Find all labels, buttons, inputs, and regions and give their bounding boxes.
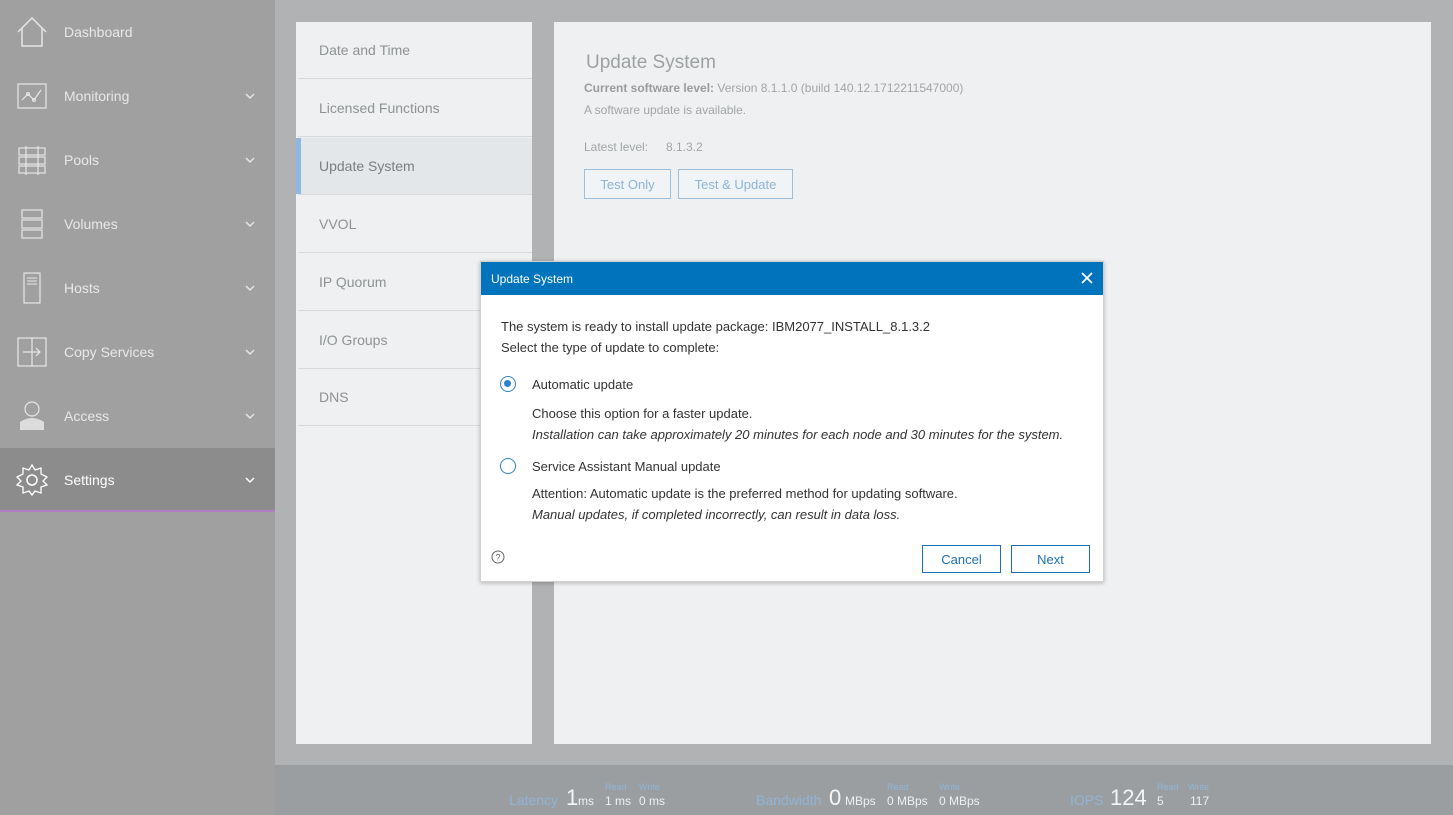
sidebar-item-label: Pools [64,152,100,168]
chevron-down-icon [245,413,255,420]
sidebar-item-access[interactable]: Access [0,384,275,448]
chevron-down-icon [245,221,255,228]
dialog-instruction: Select the type of update to complete: [501,340,720,355]
iops-read-value: 5 [1157,794,1164,808]
access-icon [20,401,44,430]
subnav-label: Update System [319,158,415,174]
copy-services-icon [17,337,47,367]
sidebar-item-label: Access [64,408,110,424]
cancel-button[interactable]: Cancel [922,545,1001,573]
test-and-update-button[interactable]: Test & Update [678,169,793,199]
subnav-item-licensed-functions[interactable]: Licensed Functions [298,80,532,137]
sidebar-item-label: Volumes [64,216,118,232]
current-level-label: Current software level: [584,81,715,95]
subnav-label: IP Quorum [319,274,387,290]
test-only-button[interactable]: Test Only [584,169,671,199]
volumes-icon [21,209,43,239]
subnav-label: Licensed Functions [319,100,440,116]
iops-read-label: Read [1157,782,1179,792]
bandwidth-unit: MBps [845,794,876,808]
bandwidth-read-value: 0 MBps [887,794,928,808]
monitoring-icon [17,83,47,109]
bandwidth-write-value: 0 MBps [939,794,980,808]
dialog-header: Update System [481,262,1103,295]
manual-update-radio[interactable] [500,458,516,474]
subnav-item-vvol[interactable]: VVOL [298,196,532,253]
hosts-icon [23,272,41,304]
sidebar-item-monitoring[interactable]: Monitoring [0,64,275,128]
subnav-item-date-time[interactable]: Date and Time [298,22,532,79]
manual-update-note: Manual updates, if completed incorrectly… [532,507,901,522]
latest-level-value: 8.1.3.2 [666,140,703,154]
subnav-label: DNS [319,389,349,405]
chevron-down-icon [245,285,255,292]
sidebar-item-label: Settings [64,472,115,488]
chevron-down-icon [245,93,255,100]
dialog-message: The system is ready to install update pa… [501,319,930,334]
gear-icon [15,463,49,497]
latest-level: Latest level: 8.1.3.2 [584,140,703,154]
iops-value: 124 [1110,785,1147,810]
sidebar-item-settings[interactable]: Settings [0,448,275,512]
sidebar-item-volumes[interactable]: Volumes [0,192,275,256]
dialog-title: Update System [491,271,574,286]
subnav-item-update-system[interactable]: Update System [296,138,532,195]
home-icon [17,16,47,47]
manual-update-description: Attention: Automatic update is the prefe… [532,486,958,501]
latency-read-value: 1 ms [605,794,632,808]
iops-label: IOPS [1070,792,1104,808]
sidebar-item-copy-services[interactable]: Copy Services [0,320,275,384]
sidebar: Dashboard Monitoring Pools Volumes Hosts… [0,0,275,815]
sidebar-item-label: Hosts [64,280,100,296]
current-software-level: Current software level: Version 8.1.1.0 … [584,81,963,95]
chevron-down-icon [245,477,255,484]
pools-icon [18,146,46,175]
bandwidth-label: Bandwidth [756,792,822,808]
latency-write-value: 0 ms [639,794,666,808]
update-system-dialog: Update System The system is ready to ins… [480,261,1104,582]
next-button[interactable]: Next [1011,545,1090,573]
iops-write-value: 117 [1190,794,1210,808]
current-level-value: Version 8.1.1.0 (build 140.12.1712211547… [717,81,964,95]
svg-text:?: ? [495,553,500,563]
sidebar-item-label: Dashboard [64,24,133,40]
latency-read-label: Read [605,782,627,792]
automatic-update-note: Installation can take approximately 20 m… [532,427,1064,442]
sidebar-item-hosts[interactable]: Hosts [0,256,275,320]
sidebar-item-dashboard[interactable]: Dashboard [0,0,275,64]
chevron-down-icon [245,157,255,164]
bandwidth-write-label: Write [939,782,960,792]
sidebar-item-label: Copy Services [64,344,155,360]
subnav-label: I/O Groups [319,332,388,348]
chevron-down-icon [245,349,255,356]
automatic-update-description: Choose this option for a faster update. [532,406,753,421]
latency-unit: ms [578,794,594,808]
subnav-label: VVOL [319,216,357,232]
bandwidth-read-label: Read [887,782,909,792]
latest-level-label: Latest level: [584,140,649,154]
sidebar-item-label: Monitoring [64,88,130,104]
iops-write-label: Write [1188,782,1209,792]
page-title: Update System [586,52,716,73]
latency-value: 1 [566,785,579,810]
help-icon[interactable]: ? [491,550,505,564]
latency-write-label: Write [639,782,660,792]
manual-update-label[interactable]: Service Assistant Manual update [532,459,721,474]
bandwidth-value: 0 [829,785,842,810]
subnav-label: Date and Time [319,42,411,58]
sidebar-item-pools[interactable]: Pools [0,128,275,192]
automatic-update-label[interactable]: Automatic update [532,377,633,392]
status-bar: Latency 1 ms Read 1 ms Write 0 ms Bandwi… [275,765,1453,815]
automatic-update-radio[interactable] [500,376,516,392]
latency-label: Latency [509,792,559,808]
update-available-text: A software update is available. [584,103,747,117]
close-icon[interactable] [1077,268,1097,288]
